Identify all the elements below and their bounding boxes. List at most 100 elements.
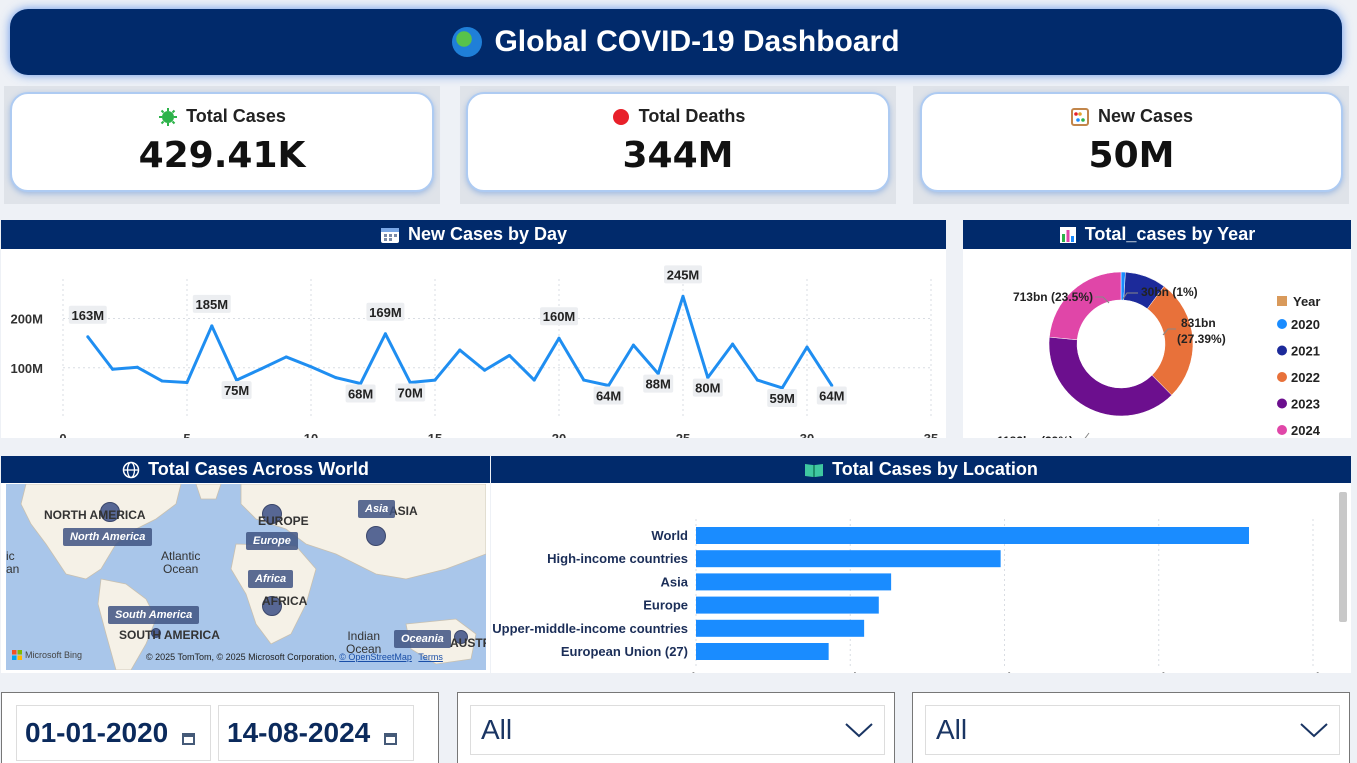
data-label: 75M xyxy=(224,383,249,398)
x-tick-label: 0bn xyxy=(684,670,707,673)
chevron-down-icon[interactable] xyxy=(1299,721,1329,739)
category-label: High-income countries xyxy=(547,551,688,566)
chevron-down-icon[interactable] xyxy=(844,721,874,739)
legend-label: 2024 xyxy=(1291,423,1321,438)
data-point xyxy=(259,367,263,371)
cases-by-location-panel: Total Cases by Location 0bn 200bn 400bn 600… xyxy=(491,456,1351,685)
data-point xyxy=(135,365,139,369)
bar xyxy=(696,643,829,660)
x-tick-label: 600bn xyxy=(1140,670,1178,673)
data-point xyxy=(681,294,685,298)
slice-label: 30bn (1%) xyxy=(1141,285,1198,299)
start-date-value: 01-01-2020 xyxy=(25,717,169,748)
kpi-card-total-deaths-container: Total Deaths 344M xyxy=(460,86,896,204)
map-badge-north-america[interactable]: North America xyxy=(63,528,153,546)
data-label: 64M xyxy=(596,388,621,403)
kpi-card-new-cases[interactable]: New Cases 50M xyxy=(920,92,1343,192)
bar xyxy=(696,527,1249,544)
map-label-edge: ic an xyxy=(6,549,20,576)
category-label: European Union (27) xyxy=(561,644,688,659)
legend-label: 2020 xyxy=(1291,317,1320,332)
map-badge-europe[interactable]: Europe xyxy=(246,532,298,550)
data-point xyxy=(631,343,635,347)
data-point xyxy=(805,345,809,349)
osm-link[interactable]: © OpenStreetMap xyxy=(339,652,412,662)
map-canvas[interactable]: NORTH AMERICA North America EUROPE Europ… xyxy=(6,484,486,670)
panel-title-text: Total Cases by Location xyxy=(832,459,1038,479)
scrollbar[interactable] xyxy=(1339,492,1347,622)
data-point xyxy=(433,378,437,382)
terms-link[interactable]: Terms xyxy=(418,652,443,662)
data-label: 245M xyxy=(667,267,700,282)
legend-label: 2023 xyxy=(1291,397,1320,412)
x-tick-label: 35 xyxy=(924,431,938,438)
donut-chart[interactable]: 30bn (1%) 831bn (27.39%) 1183bn (39%) 713bn … xyxy=(963,249,1351,448)
data-label: 160M xyxy=(543,309,576,324)
slice-label: 713bn (23.5%) xyxy=(1013,290,1093,304)
donut-slice-2023 xyxy=(1048,336,1173,417)
map-badge-oceania[interactable]: Oceania xyxy=(394,630,451,648)
data-label: 59M xyxy=(770,391,795,406)
dropdown-value: All xyxy=(936,714,968,745)
dropdown-value: All xyxy=(481,714,513,745)
location-dropdown[interactable]: All xyxy=(470,705,885,755)
slice-label: 1183bn (39%) xyxy=(997,434,1073,438)
panel-title: Total Cases Across World xyxy=(1,456,490,483)
donut-slice-2024 xyxy=(1049,271,1122,341)
category-label: Upper-middle-income countries xyxy=(492,621,688,636)
slice-label: 831bn xyxy=(1181,316,1216,330)
end-date-input[interactable]: 14-08-2024 xyxy=(218,705,414,761)
data-label: 68M xyxy=(348,387,373,402)
data-label: 163M xyxy=(72,308,105,323)
panel-title-text: Total Cases Across World xyxy=(148,459,369,479)
calendar-icon xyxy=(380,227,399,243)
start-date-input[interactable]: 01-01-2020 xyxy=(16,705,211,761)
data-point xyxy=(111,367,115,371)
red-circle-icon xyxy=(612,108,629,125)
data-point xyxy=(86,335,90,339)
data-label: 88M xyxy=(646,377,671,392)
data-label: 80M xyxy=(695,381,720,396)
map-label-atlantic: Atlantic Ocean xyxy=(161,549,201,576)
data-label: 185M xyxy=(196,297,229,312)
map-bubble-asia[interactable] xyxy=(366,526,386,546)
map-badge-africa[interactable]: Africa xyxy=(248,570,294,588)
kpi-card-total-deaths[interactable]: Total Deaths 344M xyxy=(466,92,890,192)
kpi-label: Total Cases xyxy=(186,106,286,126)
globe-icon xyxy=(452,27,483,57)
legend-marker xyxy=(1277,319,1287,329)
line-chart[interactable]: 0 5 10 15 20 25 30 35 100M 200M 163M 185M 75M 68M 169M… xyxy=(1,249,946,446)
open-book-icon xyxy=(805,463,824,477)
kpi-card-new-cases-container: New Cases 50M xyxy=(913,86,1349,204)
x-tick-label: 15 xyxy=(428,431,442,438)
x-tick-label: 800bn xyxy=(1294,670,1332,673)
x-tick-label: 10 xyxy=(304,431,318,438)
microsoft-logo-icon xyxy=(12,650,22,660)
kpi-value: 50M xyxy=(1088,135,1175,176)
y-tick-label: 200M xyxy=(10,312,43,327)
data-point xyxy=(309,365,313,369)
category-label: Europe xyxy=(643,598,688,613)
category-label: World xyxy=(651,528,688,543)
x-tick-label: 25 xyxy=(676,431,690,438)
bar-chart[interactable]: 0bn 200bn 400bn 600bn 800bn World High-income … xyxy=(491,483,1351,685)
continent-dropdown[interactable]: All xyxy=(925,705,1340,755)
kpi-card-total-cases[interactable]: Total Cases 429.41K xyxy=(10,92,434,192)
bing-brand: Microsoft Bing xyxy=(12,650,82,660)
calendar-icon[interactable] xyxy=(182,733,196,745)
dashboard-header: Global COVID-19 Dashboard xyxy=(10,9,1342,75)
bar xyxy=(696,550,1001,568)
calendar-icon[interactable] xyxy=(384,733,398,745)
date-range-slicer: 01-01-2020 14-08-2024 xyxy=(1,692,439,763)
data-point xyxy=(185,381,189,385)
map-label-south-america: SOUTH AMERICA xyxy=(119,628,220,642)
map-badge-asia[interactable]: Asia xyxy=(358,500,396,518)
x-tick-label: 30 xyxy=(800,431,814,438)
y-tick-label: 100M xyxy=(10,361,43,376)
bar xyxy=(696,619,865,637)
end-date-value: 14-08-2024 xyxy=(227,717,371,748)
leader-line xyxy=(1075,432,1090,442)
legend-title: Year xyxy=(1293,294,1320,309)
virus-icon xyxy=(159,107,178,126)
map-badge-south-america[interactable]: South America xyxy=(108,606,200,624)
